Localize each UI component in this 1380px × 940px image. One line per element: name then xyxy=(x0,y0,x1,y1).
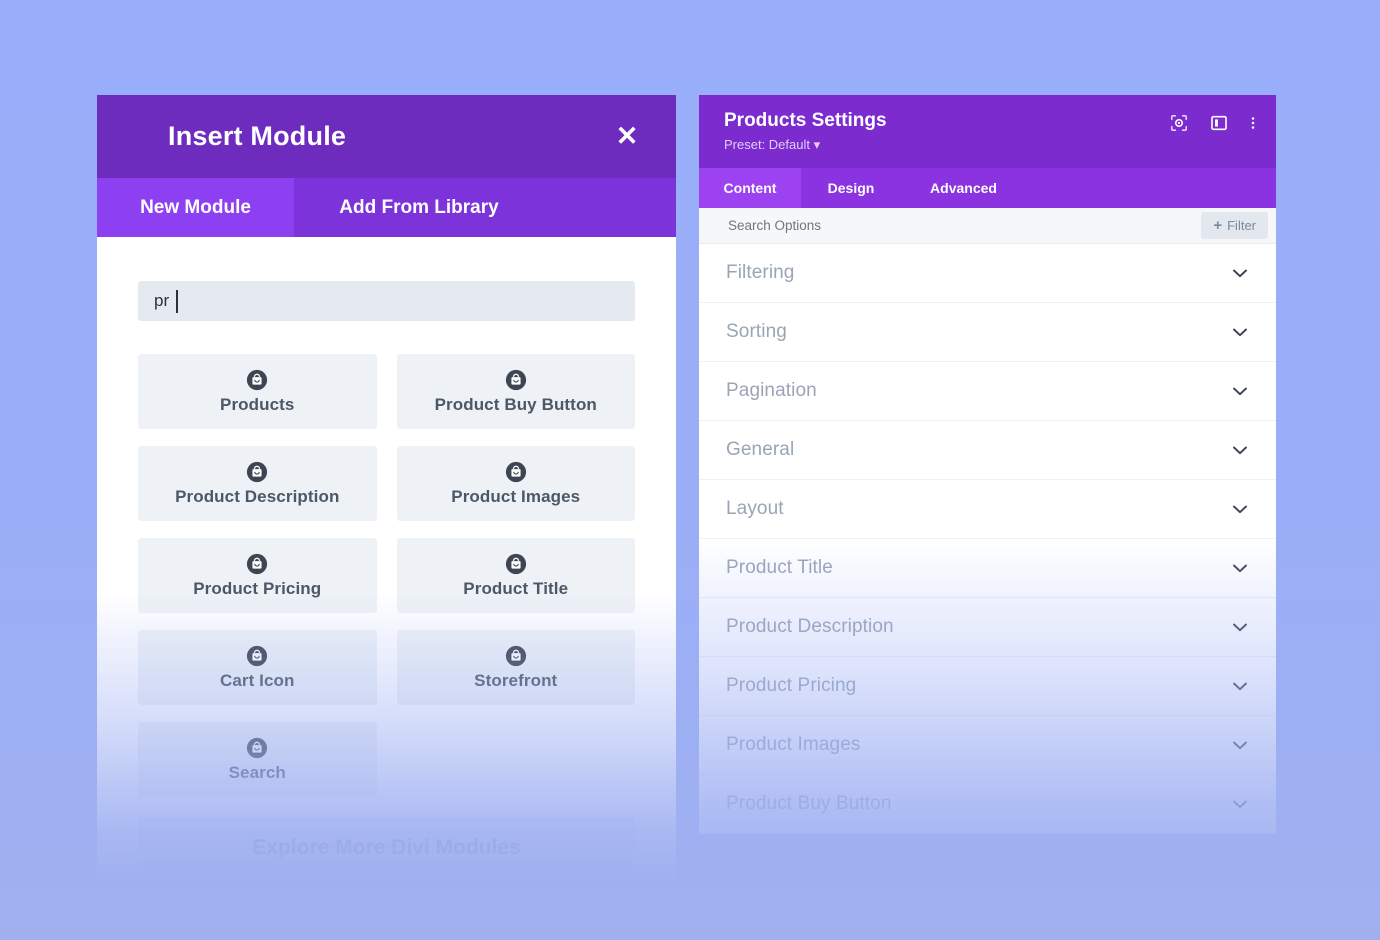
module-card-label: Cart Icon xyxy=(219,670,295,690)
section-row-general[interactable]: General xyxy=(699,421,1276,480)
shopping-bag-icon xyxy=(247,645,268,666)
chevron-down-icon xyxy=(1233,564,1247,572)
module-card-products[interactable]: Products xyxy=(138,354,377,429)
module-card-label: Product Pricing xyxy=(193,578,322,598)
section-label: General xyxy=(726,439,795,460)
section-row-sorting[interactable]: Sorting xyxy=(699,303,1276,362)
section-label: Filtering xyxy=(726,262,795,283)
module-card-product-description[interactable]: Product Description xyxy=(138,446,377,521)
text-caret xyxy=(176,290,178,313)
shopping-bag-icon xyxy=(247,369,268,390)
insert-module-body: Products Product Buy Button Pr xyxy=(97,237,676,885)
page-title: Products Settings xyxy=(724,110,887,131)
section-label: Product Title xyxy=(726,557,833,578)
insert-module-titlebar: Insert Module ✕ xyxy=(97,95,676,178)
module-card-storefront[interactable]: Storefront xyxy=(396,630,635,705)
explore-button-label: Explore More Divi Modules xyxy=(252,836,521,859)
module-card-label: Product Title xyxy=(463,578,569,598)
shopping-bag-icon xyxy=(505,369,526,390)
module-card-label: Product Description xyxy=(175,486,340,506)
insert-module-tabbar: New Module Add From Library xyxy=(97,178,676,237)
kebab-menu-icon[interactable] xyxy=(1250,114,1256,132)
module-card-search[interactable]: Search xyxy=(138,722,377,797)
chevron-down-icon xyxy=(1233,387,1247,395)
tab-design[interactable]: Design xyxy=(801,168,901,208)
module-card-label: Product Buy Button xyxy=(434,394,597,414)
shopping-bag-icon xyxy=(247,461,268,482)
section-label: Product Images xyxy=(726,734,861,755)
module-card-label: Products xyxy=(220,394,295,414)
chevron-down-icon xyxy=(1233,505,1247,513)
section-row-layout[interactable]: Layout xyxy=(699,480,1276,539)
section-row-product-images[interactable]: Product Images xyxy=(699,716,1276,775)
close-x-icon[interactable]: ✕ xyxy=(612,123,642,150)
tab-new-module[interactable]: New Module xyxy=(97,178,294,237)
search-options-input[interactable] xyxy=(726,217,1202,234)
chevron-down-icon xyxy=(1233,623,1247,631)
module-card-product-buy-button[interactable]: Product Buy Button xyxy=(396,354,635,429)
chevron-down-icon xyxy=(1233,446,1247,454)
section-row-product-pricing[interactable]: Product Pricing xyxy=(699,657,1276,716)
tab-advanced-label: Advanced xyxy=(930,180,997,196)
products-settings-dialog: Products Settings Preset: Default ▾ Cont… xyxy=(699,95,1276,885)
insert-module-dialog: Insert Module ✕ New Module Add From Libr… xyxy=(97,95,676,885)
chevron-down-icon xyxy=(1233,682,1247,690)
module-card-product-pricing[interactable]: Product Pricing xyxy=(138,538,377,613)
search-options-bar: + Filter xyxy=(699,208,1276,244)
module-card-label: Storefront xyxy=(474,670,558,690)
settings-section-list: Filtering Sorting Pagination General Lay… xyxy=(699,244,1276,834)
chevron-down-icon xyxy=(1233,800,1247,808)
panel-layout-icon[interactable] xyxy=(1210,114,1228,132)
filter-button[interactable]: + Filter xyxy=(1201,212,1268,239)
tab-add-from-library-label: Add From Library xyxy=(339,196,499,218)
preset-selector[interactable]: Preset: Default ▾ xyxy=(724,137,887,153)
section-label: Product Pricing xyxy=(726,675,857,696)
plus-icon: + xyxy=(1213,217,1223,234)
section-row-product-description[interactable]: Product Description xyxy=(699,598,1276,657)
section-row-pagination[interactable]: Pagination xyxy=(699,362,1276,421)
tab-content-label: Content xyxy=(723,180,777,196)
shopping-bag-icon xyxy=(505,645,526,666)
tab-design-label: Design xyxy=(827,180,875,196)
section-label: Product Buy Button xyxy=(726,793,892,814)
tab-new-module-label: New Module xyxy=(140,196,251,218)
chevron-down-icon xyxy=(1233,269,1247,277)
module-card-label: Product Images xyxy=(451,486,581,506)
section-label: Pagination xyxy=(726,380,817,401)
filter-button-label: Filter xyxy=(1227,218,1256,233)
tab-content[interactable]: Content xyxy=(699,168,801,208)
section-row-product-buy-button[interactable]: Product Buy Button xyxy=(699,775,1276,834)
section-row-filtering[interactable]: Filtering xyxy=(699,244,1276,303)
module-search-wrapper xyxy=(138,281,635,321)
shopping-bag-icon xyxy=(505,461,526,482)
section-label: Product Description xyxy=(726,616,894,637)
module-card-cart-icon[interactable]: Cart Icon xyxy=(138,630,377,705)
products-settings-titlebar: Products Settings Preset: Default ▾ xyxy=(699,95,1276,168)
module-card-product-images[interactable]: Product Images xyxy=(396,446,635,521)
section-label: Layout xyxy=(726,498,784,519)
preset-label: Preset: Default xyxy=(724,136,810,152)
module-grid: Products Product Buy Button Product Desc… xyxy=(138,354,635,797)
module-card-product-title[interactable]: Product Title xyxy=(396,538,635,613)
section-row-product-title[interactable]: Product Title xyxy=(699,539,1276,598)
settings-header-icons xyxy=(1170,114,1256,132)
shopping-bag-icon xyxy=(247,737,268,758)
tab-advanced[interactable]: Advanced xyxy=(901,168,1026,208)
tab-add-from-library[interactable]: Add From Library xyxy=(294,178,544,237)
module-search-input[interactable] xyxy=(138,281,635,321)
shopping-bag-icon xyxy=(247,553,268,574)
shopping-bag-icon xyxy=(505,553,526,574)
target-focus-icon[interactable] xyxy=(1170,114,1188,132)
insert-module-title: Insert Module xyxy=(168,121,347,151)
module-card-label: Search xyxy=(228,762,286,782)
explore-more-divi-modules-button[interactable]: Explore More Divi Modules xyxy=(138,817,635,879)
chevron-down-icon xyxy=(1233,328,1247,336)
settings-tabbar: Content Design Advanced xyxy=(699,168,1276,208)
products-settings-title-block: Products Settings Preset: Default ▾ xyxy=(724,109,887,153)
chevron-down-icon xyxy=(1233,741,1247,749)
section-label: Sorting xyxy=(726,321,787,342)
